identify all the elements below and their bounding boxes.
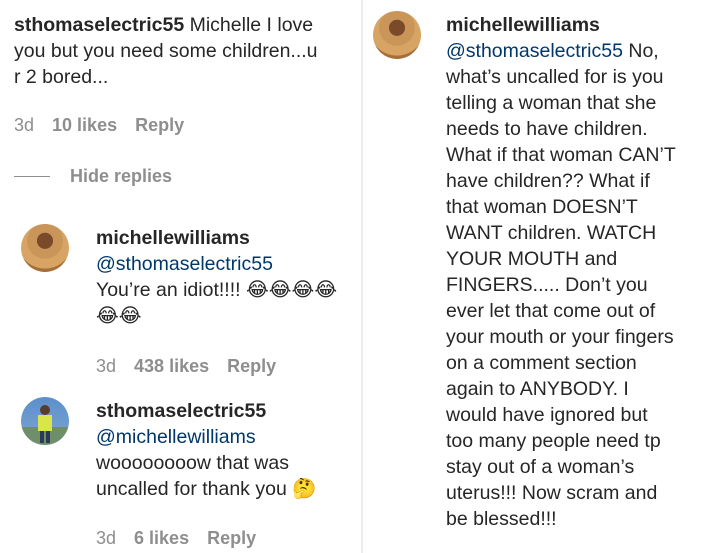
reply-line: What if that woman CAN’T [446,144,676,166]
reply-comment-2: sthomaselectric55 @michellewilliams wooo… [96,398,358,502]
reply-button[interactable]: Reply [227,356,276,377]
reply-first-line: @sthomaselectric55 No, [446,38,718,64]
reply-line: again to ANYBODY. I [446,378,629,400]
comment-likes[interactable]: 438 likes [134,356,209,377]
reply-text-2: 😂😂 [96,305,142,327]
reply-line: your mouth or your fingers [446,326,674,348]
comment-likes[interactable]: 10 likes [52,115,117,136]
top-comment-meta: 3d 10 likes Reply [14,115,184,136]
hide-replies-button[interactable]: Hide replies [14,166,172,187]
reply-comment-1: michellewilliams @sthomaselectric55 You’… [96,225,358,329]
top-comment: sthomaselectric55 Michelle I love you bu… [14,12,359,90]
reply-text-part: No, [622,40,659,62]
reply-line: telling a woman that she [446,92,657,114]
reply-line: ever let that come out of [446,300,656,322]
reply-line: uterus!!! Now scram and [446,482,658,504]
reply-mention[interactable]: @sthomaselectric55 [96,251,358,277]
comment-text-part: Michelle I love [184,14,314,36]
long-reply-comment: michellewilliams @sthomaselectric55 No, … [446,12,718,532]
reply-button[interactable]: Reply [135,115,184,136]
avatar[interactable] [373,11,421,59]
comment-username[interactable]: sthomaselectric55 [14,14,184,36]
avatar[interactable] [21,397,69,445]
reply-line: stay out of a woman’s [446,456,635,478]
reply-line: be blessed!!! [446,508,557,530]
reply-username[interactable]: sthomaselectric55 [96,398,358,424]
reply-username[interactable]: michellewilliams [96,225,358,251]
hide-replies-line [14,176,50,177]
reply-line: needs to have children. [446,118,648,140]
reply-text: woooooooow that was [96,452,289,474]
comment-time: 3d [96,356,117,376]
reply-line: YOUR MOUTH and [446,248,618,270]
comment-time: 3d [14,115,35,135]
reply-mention[interactable]: @sthomaselectric55 [446,40,623,62]
reply-line: would have ignored but [446,404,648,426]
reply-text-2: uncalled for thank you 🤔 [96,478,317,500]
top-comment-line-2: you but you need some children...u [14,40,318,62]
reply-username[interactable]: michellewilliams [446,12,718,38]
reply-text: You’re an idiot!!!! 😂😂😂😂 [96,279,338,301]
reply-line: have children?? What if [446,170,650,192]
top-comment-line-1: sthomaselectric55 Michelle I love [14,12,359,38]
reply-mention[interactable]: @michellewilliams [96,424,358,450]
comment-time: 3d [96,528,117,548]
reply-line: FINGERS..... Don’t you [446,274,648,296]
reply-line: what’s uncalled for is you [446,66,664,88]
top-comment-line-3: r 2 bored... [14,66,109,88]
person-icon [21,405,69,445]
reply-1-meta: 3d 438 likes Reply [96,356,276,377]
reply-line: on a comment section [446,352,637,374]
reply-2-meta: 3d 6 likes Reply [96,528,256,549]
reply-line: WANT children. WATCH [446,222,657,244]
left-screenshot-panel: sthomaselectric55 Michelle I love you bu… [0,0,362,553]
reply-line: that woman DOESN’T [446,196,638,218]
comment-likes[interactable]: 6 likes [134,528,189,549]
reply-line: too many people need tp [446,430,661,452]
avatar[interactable] [21,224,69,272]
reply-button[interactable]: Reply [207,528,256,549]
hide-replies-label: Hide replies [70,166,173,186]
right-screenshot-panel: michellewilliams @sthomaselectric55 No, … [363,0,720,553]
